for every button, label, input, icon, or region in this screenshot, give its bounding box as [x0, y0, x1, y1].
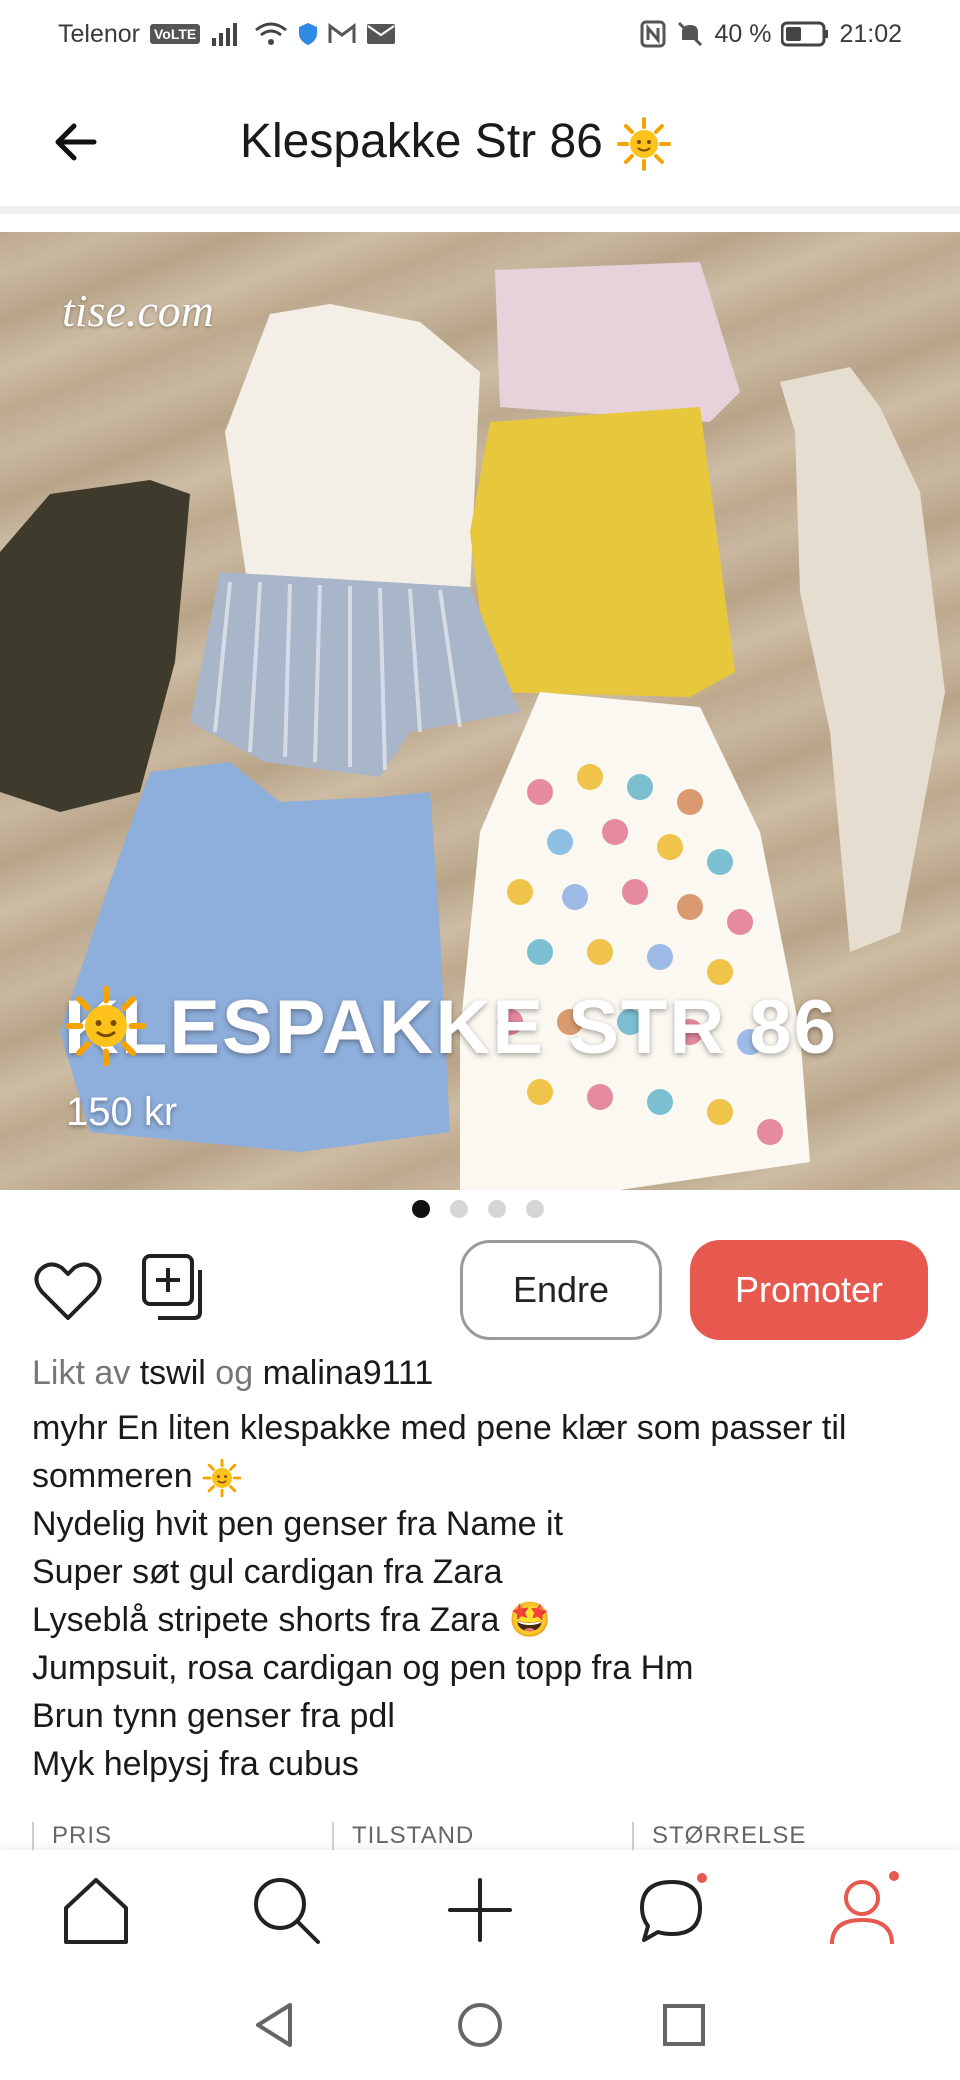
item-description: myhr En liten klespakke med pene klær so…	[32, 1404, 932, 1788]
overlay-title: KLESPAKKE STR 86	[64, 984, 838, 1071]
condition-label: TILSTAND	[332, 1822, 632, 1852]
add-icon[interactable]	[440, 1870, 520, 1950]
back-arrow-icon[interactable]	[44, 110, 108, 174]
carousel-dot[interactable]	[526, 1200, 544, 1218]
promote-button[interactable]: Promoter	[690, 1240, 928, 1340]
battery-percent: 40 %	[714, 19, 772, 48]
signal-icon	[212, 23, 238, 46]
heart-icon[interactable]	[30, 1252, 106, 1328]
app-header: Klespakke Str 86	[0, 68, 960, 214]
sun-emoji-icon	[617, 117, 672, 172]
mail-icon	[367, 24, 396, 44]
description-line: Super søt gul cardigan fra Zara	[32, 1553, 503, 1591]
likes-prefix: Likt av	[32, 1354, 131, 1392]
gmail-icon	[328, 23, 356, 43]
liker-username[interactable]: malina9111	[263, 1354, 434, 1392]
shield-icon	[299, 23, 318, 45]
page-title-text: Klespakke Str 86	[240, 115, 603, 168]
beige-jumpsuit	[780, 367, 945, 952]
carousel-dot[interactable]	[488, 1200, 506, 1218]
likes-line: Likt av tswil og malina9111	[32, 1354, 433, 1393]
battery-icon	[781, 21, 829, 47]
striped-shorts	[190, 572, 520, 777]
author-username[interactable]: myhr	[32, 1409, 108, 1447]
polka-dot-romper	[460, 692, 810, 1190]
dark-garment	[0, 480, 190, 812]
product-image[interactable]: tise.com KLESPAKKE STR 86 150 kr	[0, 232, 960, 1190]
overlay-price: 150 kr	[66, 1090, 178, 1134]
carousel-dot[interactable]	[450, 1200, 468, 1218]
size-label: STØRRELSE	[632, 1822, 932, 1852]
system-nav-bar	[0, 1975, 960, 2080]
sun-emoji-icon	[65, 985, 147, 1067]
liker-username[interactable]: tswil	[140, 1354, 206, 1392]
description-line: Jumpsuit, rosa cardigan og pen topp fra …	[32, 1649, 694, 1687]
system-home-icon[interactable]	[452, 1997, 508, 2053]
description-line: Brun tynn genser fra pdl	[32, 1697, 395, 1735]
search-icon[interactable]	[246, 1870, 326, 1950]
edit-button[interactable]: Endre	[460, 1240, 662, 1340]
description-line: Myk helpysj fra cubus	[32, 1745, 359, 1783]
carousel-indicator	[412, 1200, 544, 1218]
description-line: Lyseblå stripete shorts fra Zara 🤩	[32, 1601, 552, 1639]
description-line: En liten klespakke med pene klær som pas…	[32, 1409, 847, 1495]
overlay-title-text: KLESPAKKE STR 86	[64, 985, 838, 1070]
carrier-label: Telenor	[58, 19, 140, 48]
home-icon[interactable]	[56, 1870, 136, 1950]
yellow-cardigan	[470, 407, 735, 697]
status-bar: Telenor VoLTE 40 % 21:02	[0, 0, 960, 68]
clock: 21:02	[839, 19, 902, 48]
nfc-icon	[640, 20, 666, 48]
wifi-icon	[255, 22, 288, 45]
likes-connector: og	[215, 1354, 254, 1392]
add-to-collection-icon[interactable]	[138, 1250, 214, 1326]
watermark: tise.com	[62, 285, 215, 336]
bottom-nav	[0, 1850, 960, 1970]
description-line: Nydelig hvit pen genser fra Name it	[32, 1505, 564, 1543]
system-recents-icon[interactable]	[656, 1997, 712, 2053]
profile-icon[interactable]	[822, 1870, 902, 1950]
price-label: PRIS	[32, 1822, 332, 1852]
mute-icon	[678, 21, 703, 47]
white-sweater	[225, 304, 480, 602]
pink-cardigan	[495, 262, 740, 422]
sun-emoji-icon	[202, 1458, 242, 1498]
chat-icon[interactable]	[632, 1870, 712, 1950]
item-info-row: PRIS TILSTAND STØRRELSE	[32, 1822, 932, 1852]
page-title: Klespakke Str 86	[240, 114, 672, 172]
action-row: Endre Promoter	[0, 1240, 960, 1344]
carousel-dot[interactable]	[412, 1200, 430, 1218]
system-back-icon[interactable]	[248, 1997, 304, 2053]
volte-badge: VoLTE	[150, 24, 201, 44]
